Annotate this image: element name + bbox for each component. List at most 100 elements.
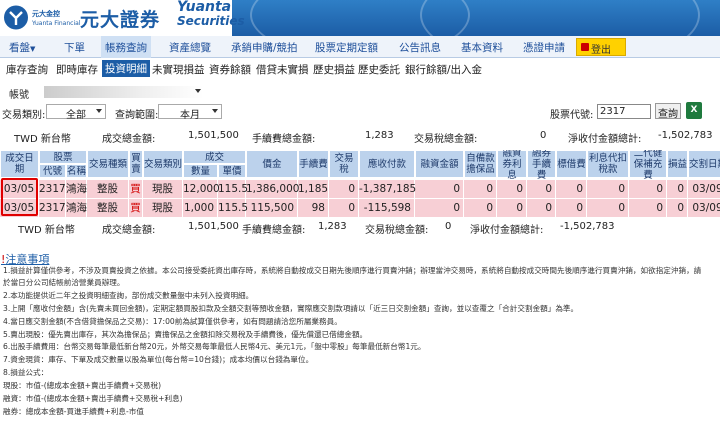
power-icon bbox=[581, 43, 589, 51]
logout-label: 登出 bbox=[591, 45, 611, 56]
date-highlight-box bbox=[1, 178, 38, 216]
note-line: 3.上開「應收付金額」含(先賣未買回金額)，定期定額買股扣款及全額交割等預收金額… bbox=[3, 304, 579, 313]
logout-button[interactable]: 登出 bbox=[576, 38, 626, 56]
logo-en-small: Yuanta Financial bbox=[32, 20, 81, 27]
nav-item-assets[interactable]: 資產總覽 bbox=[169, 40, 211, 55]
cell-side: 買 bbox=[129, 199, 143, 217]
subnav-bank-balance[interactable]: 銀行餘額/出入金 bbox=[405, 62, 482, 77]
cell-kind: 整股 bbox=[87, 199, 129, 217]
nav-item-profile[interactable]: 基本資料 bbox=[461, 40, 503, 55]
cell-fee: 98 bbox=[298, 199, 329, 217]
col-header-name[interactable]: 名稱 bbox=[66, 164, 87, 178]
header-decoration bbox=[420, 0, 700, 36]
note-line: 7.資金現貨：庫存、下單及成交數量以股為單位(每台幣=10台錢)；成本均價以台錢… bbox=[3, 355, 314, 364]
nav-item-account-query[interactable]: 帳務查詢 bbox=[101, 36, 151, 58]
cell-type: 現股 bbox=[143, 180, 183, 198]
col-header-net[interactable]: 應收付款 bbox=[359, 150, 415, 178]
summary-net: -1,502,783 bbox=[560, 221, 615, 232]
col-header-margin[interactable]: 融資金額 bbox=[415, 150, 464, 178]
query-button[interactable]: 查詢 bbox=[655, 103, 681, 120]
table-row[interactable]: 03/05 2317 鴻海 整股 買 現股 1,000 115.5 115,50… bbox=[0, 199, 720, 217]
col-header-pnl[interactable]: 損益 bbox=[667, 150, 688, 178]
nav-item-announcements[interactable]: 公告訊息 bbox=[399, 40, 441, 55]
cell-tax: 0 bbox=[329, 199, 359, 217]
col-header-date[interactable]: 成交日期 bbox=[0, 150, 39, 178]
cell-settle: 03/09 bbox=[688, 180, 720, 198]
subnav-realtime-inventory[interactable]: 即時庫存 bbox=[56, 62, 98, 77]
cell-qty: 1,000 bbox=[183, 199, 218, 217]
col-header-fill: 成交 bbox=[183, 150, 246, 164]
cell-interest-tax: 0 bbox=[587, 199, 629, 217]
col-header-settle[interactable]: 交割日期 bbox=[688, 150, 720, 178]
notes-title-text: 注意事項 bbox=[5, 253, 50, 266]
col-header-qty[interactable]: 數量 bbox=[183, 164, 218, 178]
summary-net-label: 淨收付金額總計: bbox=[568, 134, 642, 145]
stock-code-label: 股票代號: bbox=[550, 110, 594, 121]
col-header-nhi[interactable]: 二代健保補充費 bbox=[629, 150, 667, 181]
note-line: 5.賣出現股：優先賣出庫存，其次為擔保品；賣擔保品之金額扣除交易稅及手續費後，優… bbox=[3, 330, 368, 339]
trade-type-select[interactable]: 全部 bbox=[46, 104, 106, 121]
subnav-lending-unrealized[interactable]: 借貸未實損 bbox=[256, 62, 309, 77]
col-header-borrow-fee[interactable]: 標借費 bbox=[556, 150, 587, 178]
col-header-fee[interactable]: 手續費 bbox=[298, 150, 329, 178]
col-header-side[interactable]: 買賣 bbox=[129, 150, 143, 178]
cell-code: 2317 bbox=[39, 180, 66, 198]
notes-title: !注意事項 bbox=[1, 251, 49, 267]
nav-item-watch[interactable]: 看盤▼ bbox=[9, 40, 35, 55]
brand-logo[interactable]: 元大金控 Yuanta Financial 元大證券 Yuanta Securi… bbox=[0, 0, 245, 36]
subnav-margin-balance[interactable]: 資券餘額 bbox=[209, 62, 251, 77]
cell-nhi: 0 bbox=[629, 199, 667, 217]
summary-amount: 1,501,500 bbox=[188, 221, 239, 232]
summary-tax-label: 交易稅總金額: bbox=[414, 134, 478, 145]
logo-securities-text: Securities bbox=[177, 14, 245, 28]
yuanta-logo-icon bbox=[4, 5, 28, 30]
summary-currency: TWD 新台幣 bbox=[18, 225, 75, 236]
col-header-tax[interactable]: 交易稅 bbox=[329, 150, 359, 178]
cell-short-fee: 0 bbox=[527, 180, 556, 198]
col-header-trade-type[interactable]: 交易類別 bbox=[143, 150, 183, 178]
summary-fee-label: 手續費總金額: bbox=[242, 225, 306, 236]
account-select[interactable] bbox=[44, 86, 204, 98]
subnav-unrealized-pnl[interactable]: 未實現損益 bbox=[152, 62, 205, 77]
summary-amount-label: 成交總金額: bbox=[102, 225, 156, 236]
cell-short-fee: 0 bbox=[527, 199, 556, 217]
note-line: 4.當日應交割金額(不含借貸擔保品之交易)：17:00前為試算僅供參考，如有問題… bbox=[3, 317, 342, 326]
nav-item-order[interactable]: 下單 bbox=[64, 40, 85, 55]
col-header-price[interactable]: 單價 bbox=[218, 164, 246, 178]
subnav-investment-detail[interactable]: 投資明細 bbox=[102, 60, 150, 77]
account-dropdown[interactable] bbox=[190, 85, 204, 100]
col-header-code[interactable]: 代號 bbox=[39, 164, 66, 178]
excel-export-icon[interactable]: X bbox=[686, 102, 702, 119]
cell-interest: 0 bbox=[497, 199, 527, 217]
col-header-value[interactable]: 價金 bbox=[246, 150, 298, 178]
table-row[interactable]: 03/05 2317 鴻海 整股 買 現股 12,000 115.5 1,386… bbox=[0, 180, 720, 198]
cell-type: 現股 bbox=[143, 199, 183, 217]
nav-item-certificate[interactable]: 憑證申請 bbox=[523, 40, 565, 55]
logo-main-text: 元大證券 bbox=[80, 9, 161, 31]
col-header-margin-interest[interactable]: 融資券利息 bbox=[497, 150, 527, 181]
nav-item-ipo[interactable]: 承銷申購/競拍 bbox=[231, 40, 298, 55]
cell-settle: 03/09 bbox=[688, 199, 720, 217]
logo-cn-small: 元大金控 bbox=[32, 10, 60, 18]
site-header: 元大金控 Yuanta Financial 元大證券 Yuanta Securi… bbox=[0, 0, 720, 36]
col-header-short-fee[interactable]: 融券手續費 bbox=[527, 150, 556, 181]
col-header-interest-tax[interactable]: 利息代扣稅款 bbox=[587, 150, 629, 178]
range-select[interactable]: 本月 bbox=[158, 104, 222, 121]
subnav-inventory[interactable]: 庫存查詢 bbox=[6, 62, 48, 77]
cell-value: 115,500 bbox=[246, 199, 298, 217]
cell-qty: 12,000 bbox=[183, 180, 220, 198]
summary-tax: 0 bbox=[540, 130, 547, 141]
col-header-trade-kind[interactable]: 交易種類 bbox=[87, 150, 129, 178]
subnav-historical-orders[interactable]: 歷史委託 bbox=[358, 62, 400, 77]
summary-tax: 0 bbox=[445, 221, 452, 232]
summary-tax-label: 交易稅總金額: bbox=[365, 225, 429, 236]
subnav-historical-pnl[interactable]: 歷史損益 bbox=[313, 62, 355, 77]
col-header-self-collateral[interactable]: 自備款擔保品 bbox=[464, 150, 497, 178]
cell-name: 鴻海 bbox=[66, 180, 87, 198]
cell-pnl: 0 bbox=[667, 180, 688, 198]
stock-code-input[interactable]: 2317 bbox=[597, 104, 651, 119]
note-line: 1.損益計算僅供參考，不涉及買賣投資之依據。本公司接受委託資出庫存時，系統將自動… bbox=[3, 266, 702, 275]
investment-detail-table: 成交日期 股票 代號 名稱 交易種類 買賣 交易類別 成交 數量 單價 價金 手… bbox=[0, 150, 720, 218]
nav-item-regular-invest[interactable]: 股票定期定額 bbox=[315, 40, 378, 55]
cell-interest-tax: 0 bbox=[587, 180, 629, 198]
